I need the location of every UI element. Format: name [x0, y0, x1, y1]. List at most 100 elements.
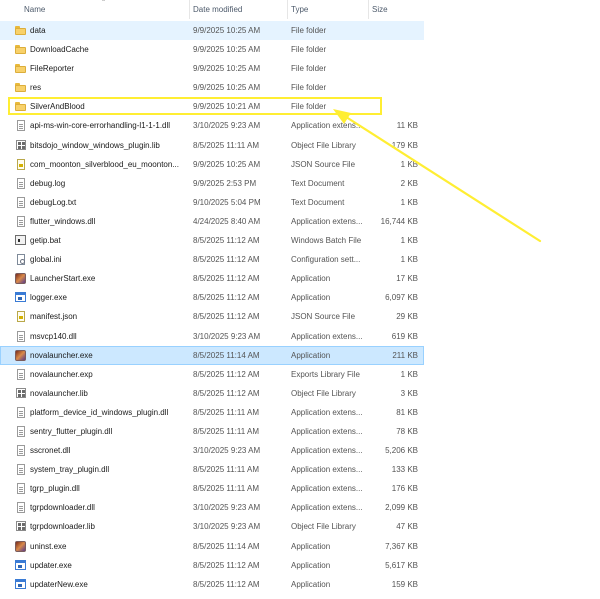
- file-row[interactable]: api-ms-win-core-errorhandling-l1-1-1.dll…: [0, 116, 424, 135]
- file-size: 5,617 KB: [385, 560, 418, 570]
- file-icon-cell: [15, 21, 27, 40]
- file-type: Application: [291, 579, 331, 589]
- file-row[interactable]: data 9/9/2025 10:25 AM File folder: [0, 21, 424, 41]
- file-date-modified: 8/5/2025 11:14 AM: [193, 541, 260, 551]
- file-type: File folder: [291, 83, 327, 93]
- file-row[interactable]: tgrpdownloader.dll 3/10/2025 9:23 AM Appli…: [0, 498, 424, 517]
- file-name: platform_device_id_windows_plugin.dll: [30, 407, 169, 417]
- file-date-modified: 8/5/2025 11:11 AM: [193, 484, 259, 494]
- file-size: 1 KB: [400, 369, 418, 379]
- file-name: getip.bat: [30, 236, 61, 246]
- column-date-modified[interactable]: Date modified: [189, 0, 287, 19]
- file-row[interactable]: sscronet.dll 3/10/2025 9:23 AM Application…: [0, 441, 424, 460]
- file-row[interactable]: LauncherStart.exe 8/5/2025 11:12 AM Applic…: [0, 269, 424, 288]
- file-type: Application extens...: [291, 465, 363, 475]
- file-name: logger.exe: [30, 293, 67, 303]
- file-icon-cell: [15, 307, 27, 326]
- file-size: 16,744 KB: [380, 216, 418, 226]
- file-name: novalauncher.exp: [30, 369, 93, 379]
- file-icon-cell: [15, 517, 27, 536]
- file-row[interactable]: sentry_flutter_plugin.dll 8/5/2025 11:11 …: [0, 422, 424, 441]
- column-header: Name ⌃ Date modified Type Size: [0, 0, 424, 19]
- file-name: sentry_flutter_plugin.dll: [30, 426, 113, 436]
- file-date-modified: 3/10/2025 9:23 AM: [193, 446, 261, 456]
- file-name: sscronet.dll: [30, 446, 71, 456]
- file-size: [372, 78, 418, 97]
- batch-icon: [15, 235, 26, 246]
- file-row[interactable]: updaterNew.exe 8/5/2025 11:12 AM Applicati…: [0, 575, 424, 594]
- file-row[interactable]: res 9/9/2025 10:25 AM File folder: [0, 78, 424, 97]
- file-icon: [17, 368, 25, 380]
- file-icon-cell: [15, 422, 27, 441]
- file-row[interactable]: FileReporter 9/9/2025 10:25 AM File folder: [0, 59, 424, 78]
- json-icon: [17, 311, 25, 323]
- file-icon-cell: [15, 346, 27, 365]
- file-type: Application: [291, 560, 331, 570]
- file-type: Application: [291, 541, 331, 551]
- app-logo-icon: [15, 273, 26, 285]
- file-type: Application: [291, 274, 331, 284]
- file-row[interactable]: getip.bat 8/5/2025 11:12 AM Windows Batch …: [0, 231, 424, 250]
- file-row[interactable]: DownloadCache 9/9/2025 10:25 AM File folde…: [0, 40, 424, 59]
- file-date-modified: 9/9/2025 2:53 PM: [193, 178, 257, 188]
- settings-icon: [17, 254, 25, 266]
- file-row[interactable]: uninst.exe 8/5/2025 11:14 AM Application 7,…: [0, 537, 424, 556]
- file-name: tgrpdownloader.lib: [30, 522, 95, 532]
- file-row[interactable]: com_moonton_silverblood_eu_moonton... 9/9…: [0, 155, 424, 174]
- file-size: 1 KB: [400, 197, 418, 207]
- file-icon: [17, 464, 25, 476]
- file-row[interactable]: tgrpdownloader.lib 3/10/2025 9:23 AM Objec…: [0, 517, 424, 536]
- file-type: Application extens...: [291, 426, 363, 436]
- file-icon-cell: [15, 384, 27, 403]
- file-size: [372, 40, 418, 59]
- file-type: File folder: [291, 45, 327, 55]
- file-type: Application extens...: [291, 407, 363, 417]
- file-name: tgrpdownloader.dll: [30, 503, 95, 513]
- file-size: 5,206 KB: [385, 446, 418, 456]
- file-type: Application: [291, 293, 331, 303]
- column-type[interactable]: Type: [287, 0, 368, 19]
- file-row[interactable]: updater.exe 8/5/2025 11:12 AM Application 5…: [0, 556, 424, 575]
- file-date-modified: 8/5/2025 11:12 AM: [193, 236, 260, 246]
- file-row[interactable]: msvcp140.dll 3/10/2025 9:23 AM Application…: [0, 327, 424, 346]
- file-date-modified: 3/10/2025 9:23 AM: [193, 503, 261, 513]
- file-row[interactable]: bitsdojo_window_windows_plugin.lib 8/5/20…: [0, 136, 424, 155]
- file-row[interactable]: tgrp_plugin.dll 8/5/2025 11:11 AM Applicat…: [0, 479, 424, 498]
- file-row[interactable]: platform_device_id_windows_plugin.dll 8/5…: [0, 403, 424, 422]
- file-row[interactable]: logger.exe 8/5/2025 11:12 AM Application 6,…: [0, 288, 424, 307]
- file-type: File folder: [291, 26, 327, 35]
- folder-icon: [15, 82, 26, 93]
- file-size: 176 KB: [391, 484, 418, 494]
- json-icon: [17, 158, 25, 170]
- file-row[interactable]: debugLog.txt 9/10/2025 5:04 PM Text Docume…: [0, 193, 424, 212]
- file-row[interactable]: novalauncher.lib 8/5/2025 11:12 AM Object …: [0, 384, 424, 403]
- file-row[interactable]: novalauncher.exe 8/5/2025 11:14 AM Applica…: [0, 345, 424, 365]
- file-icon-cell: [15, 174, 27, 193]
- file-name: manifest.json: [30, 312, 78, 322]
- file-date-modified: 3/10/2025 9:23 AM: [193, 331, 261, 341]
- library-icon: [16, 139, 26, 150]
- file-icon-cell: [15, 231, 27, 250]
- app-logo-icon: [15, 540, 26, 552]
- file-icon-cell: [15, 59, 27, 78]
- file-row[interactable]: flutter_windows.dll 4/24/2025 8:40 AM Appl…: [0, 212, 424, 231]
- file-size: [372, 21, 418, 40]
- file-size: 17 KB: [396, 274, 418, 284]
- file-type: Application: [291, 350, 331, 360]
- file-row[interactable]: global.ini 8/5/2025 11:12 AM Configuration…: [0, 250, 424, 269]
- file-icon: [17, 196, 25, 208]
- file-date-modified: 9/9/2025 10:25 AM: [193, 83, 261, 93]
- file-row[interactable]: system_tray_plugin.dll 8/5/2025 11:11 AM A…: [0, 460, 424, 479]
- file-type: Application extens...: [291, 446, 363, 456]
- file-icon-cell: [15, 556, 27, 575]
- file-icon-cell: [15, 537, 27, 556]
- file-icon-cell: [15, 288, 27, 307]
- file-row[interactable]: novalauncher.exp 8/5/2025 11:12 AM Exports…: [0, 365, 424, 384]
- file-size: 47 KB: [396, 522, 418, 532]
- file-type: Application extens...: [291, 121, 363, 131]
- file-icon-cell: [15, 155, 27, 174]
- file-row[interactable]: debug.log 9/9/2025 2:53 PM Text Document 2 …: [0, 174, 424, 193]
- file-row[interactable]: manifest.json 8/5/2025 11:12 AM JSON Sourc…: [0, 307, 424, 326]
- column-size[interactable]: Size: [368, 0, 424, 19]
- file-icon-cell: [15, 460, 27, 479]
